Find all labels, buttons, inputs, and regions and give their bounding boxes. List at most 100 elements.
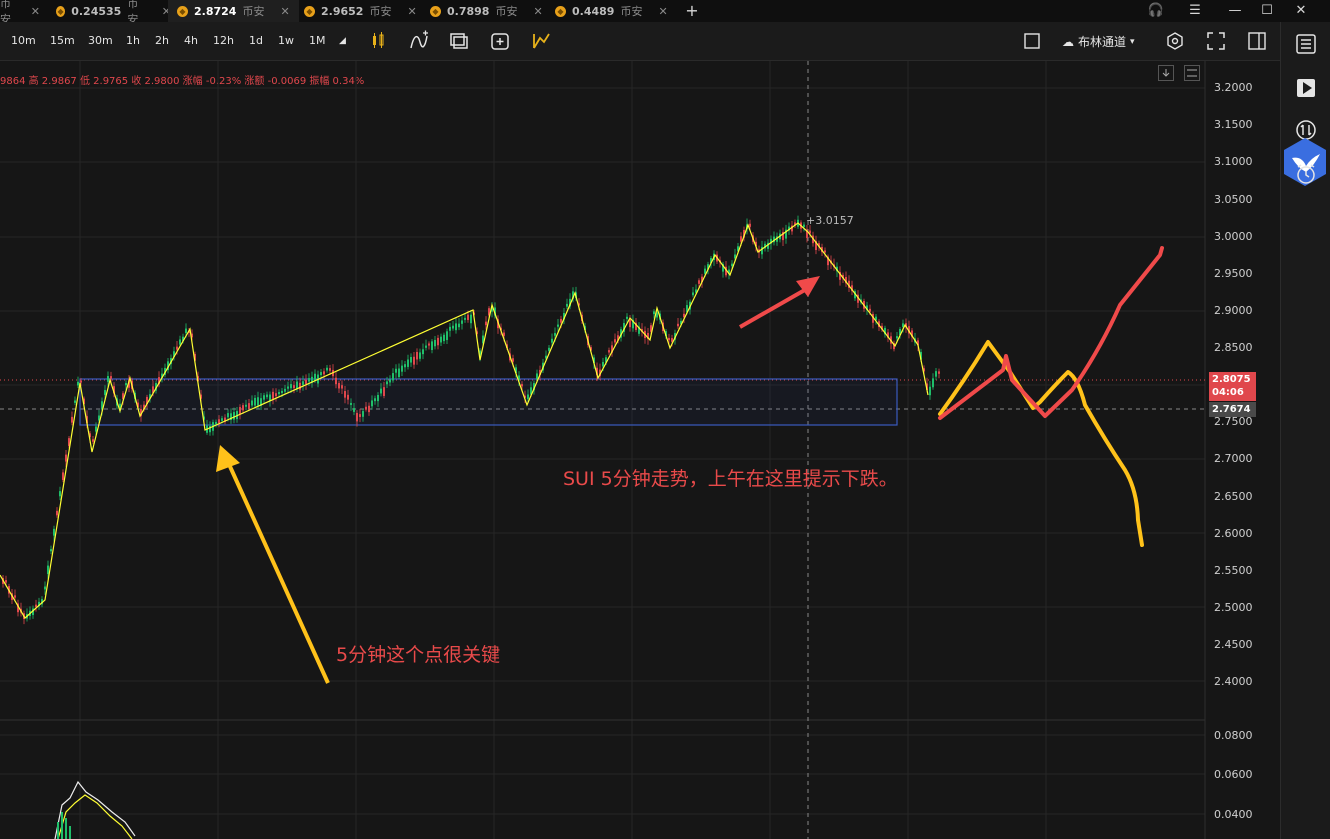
timeframe-2h[interactable]: 2h bbox=[155, 34, 169, 47]
candle-body bbox=[389, 379, 391, 383]
candle-body bbox=[416, 351, 418, 360]
indicator-icon[interactable] bbox=[408, 30, 430, 52]
tab-3[interactable]: ◆ 2.9652 币安 ✕ bbox=[298, 0, 422, 22]
price-tick: 2.5000 bbox=[1214, 601, 1253, 614]
drawing-tool-icon[interactable] bbox=[530, 30, 552, 52]
candle-body bbox=[449, 326, 451, 331]
play-icon[interactable] bbox=[1294, 76, 1318, 100]
chevron-down-icon: ▾ bbox=[1130, 36, 1135, 47]
indicator-tick: 0.0800 bbox=[1214, 729, 1253, 742]
alert-add-icon[interactable] bbox=[489, 30, 511, 52]
checkbox-icon[interactable] bbox=[1021, 30, 1043, 52]
scroll-down-icon[interactable] bbox=[1158, 65, 1174, 81]
close-icon[interactable]: ✕ bbox=[533, 5, 542, 18]
price-tick: 2.9000 bbox=[1214, 304, 1253, 317]
candle-body bbox=[485, 321, 487, 326]
tab-price: 0.7898 bbox=[447, 4, 490, 18]
candle-body bbox=[176, 346, 178, 350]
candle-body bbox=[470, 314, 472, 324]
tab-1[interactable]: ◆ 0.24535 币安 ✕ bbox=[50, 0, 171, 26]
tab-price: 2.9652 bbox=[321, 4, 364, 18]
candle-body bbox=[59, 491, 61, 497]
right-sidebar bbox=[1280, 22, 1330, 839]
close-icon[interactable]: ✕ bbox=[31, 5, 40, 18]
tab-4[interactable]: ◆ 0.7898 币安 ✕ bbox=[424, 0, 548, 22]
timeframe-1d[interactable]: 1d bbox=[249, 34, 263, 47]
timeframe-12h[interactable]: 12h bbox=[213, 34, 234, 47]
close-icon[interactable]: ✕ bbox=[407, 5, 416, 18]
price-chart[interactable]: +3.0157 bbox=[0, 61, 1280, 839]
fullscreen-icon[interactable] bbox=[1205, 30, 1227, 52]
candle-body bbox=[218, 419, 220, 424]
reset-scale-icon[interactable] bbox=[1184, 65, 1200, 81]
candle-body bbox=[386, 381, 388, 385]
layout-icon[interactable] bbox=[448, 30, 470, 52]
tab-0[interactable]: 币安 ✕ bbox=[0, 0, 40, 26]
tab-suffix: 币安 bbox=[369, 5, 392, 18]
yellow-arrow-keypoint bbox=[226, 461, 330, 684]
window-close-icon[interactable]: ✕ bbox=[1286, 0, 1316, 22]
timeframe-4h[interactable]: 4h bbox=[184, 34, 198, 47]
candle-body bbox=[401, 365, 403, 372]
more-timeframes-icon[interactable]: ◢ bbox=[339, 36, 346, 46]
yellow-scenario-path bbox=[938, 340, 1144, 547]
tab-2-active[interactable]: ◆ 2.8724 币安 ✕ bbox=[168, 0, 299, 22]
candle-body bbox=[62, 472, 64, 480]
candle-body bbox=[440, 336, 442, 343]
candlestick-icon[interactable] bbox=[367, 30, 389, 52]
price-tick: 3.1500 bbox=[1214, 118, 1253, 131]
candle-body bbox=[44, 586, 46, 590]
price-tick: 2.5500 bbox=[1214, 564, 1253, 577]
timeframe-10m[interactable]: 10m bbox=[11, 34, 36, 47]
minimize-icon[interactable]: — bbox=[1220, 0, 1250, 22]
candle-body bbox=[398, 368, 400, 378]
tab-5[interactable]: ◆ 0.4489 币安 ✕ bbox=[549, 0, 673, 22]
candle-body bbox=[299, 382, 301, 390]
candle-body bbox=[320, 372, 322, 376]
candle-body bbox=[221, 418, 223, 421]
maximize-icon[interactable]: ☐ bbox=[1252, 0, 1282, 22]
candle-body bbox=[503, 332, 505, 336]
candle-body bbox=[443, 334, 445, 342]
candle-body bbox=[557, 324, 559, 327]
menu-icon[interactable]: ☰ bbox=[1180, 0, 1210, 22]
panel-toggle-icon[interactable] bbox=[1246, 30, 1268, 52]
candle-body bbox=[467, 314, 469, 320]
current-price: 2.8075 bbox=[1212, 374, 1251, 385]
candle-body bbox=[284, 388, 286, 392]
candle-body bbox=[92, 439, 94, 442]
close-icon[interactable]: ✕ bbox=[280, 5, 289, 18]
close-icon[interactable]: ✕ bbox=[658, 5, 667, 18]
candle-body bbox=[77, 381, 79, 386]
candle-body bbox=[554, 333, 556, 336]
candle-body bbox=[263, 395, 265, 400]
candle-body bbox=[677, 323, 679, 327]
candle-body bbox=[356, 412, 358, 422]
settings-icon[interactable] bbox=[1164, 30, 1186, 52]
candle-body bbox=[455, 323, 457, 331]
timeframe-15m[interactable]: 15m bbox=[50, 34, 75, 47]
cloud-icon: ☁ bbox=[1062, 34, 1074, 49]
new-tab-icon[interactable]: + bbox=[677, 0, 707, 22]
indicator-tick: 0.0400 bbox=[1214, 808, 1253, 821]
candle-body bbox=[551, 338, 553, 343]
candle-body bbox=[614, 339, 616, 343]
alarm-clock-icon[interactable] bbox=[1294, 162, 1318, 186]
timeframe-1w[interactable]: 1w bbox=[278, 34, 294, 47]
indicator-channel-select[interactable]: ☁ 布林通道 ▾ bbox=[1062, 33, 1135, 50]
candle-body bbox=[110, 376, 112, 379]
candle-body bbox=[251, 400, 253, 406]
candle-body bbox=[53, 528, 55, 536]
candle-body bbox=[869, 308, 871, 312]
headset-icon[interactable]: 🎧 bbox=[1141, 0, 1171, 22]
timeframe-30m[interactable]: 30m bbox=[88, 34, 113, 47]
candle-body bbox=[692, 292, 694, 296]
timeframe-1h[interactable]: 1h bbox=[126, 34, 140, 47]
price-tick: 2.4000 bbox=[1214, 675, 1253, 688]
timeframe-1M[interactable]: 1M bbox=[309, 34, 326, 47]
watchlist-icon[interactable] bbox=[1294, 32, 1318, 56]
candle-body bbox=[323, 371, 325, 375]
candle-body bbox=[341, 385, 343, 389]
candle-body bbox=[458, 323, 460, 328]
candle-body bbox=[257, 397, 259, 406]
